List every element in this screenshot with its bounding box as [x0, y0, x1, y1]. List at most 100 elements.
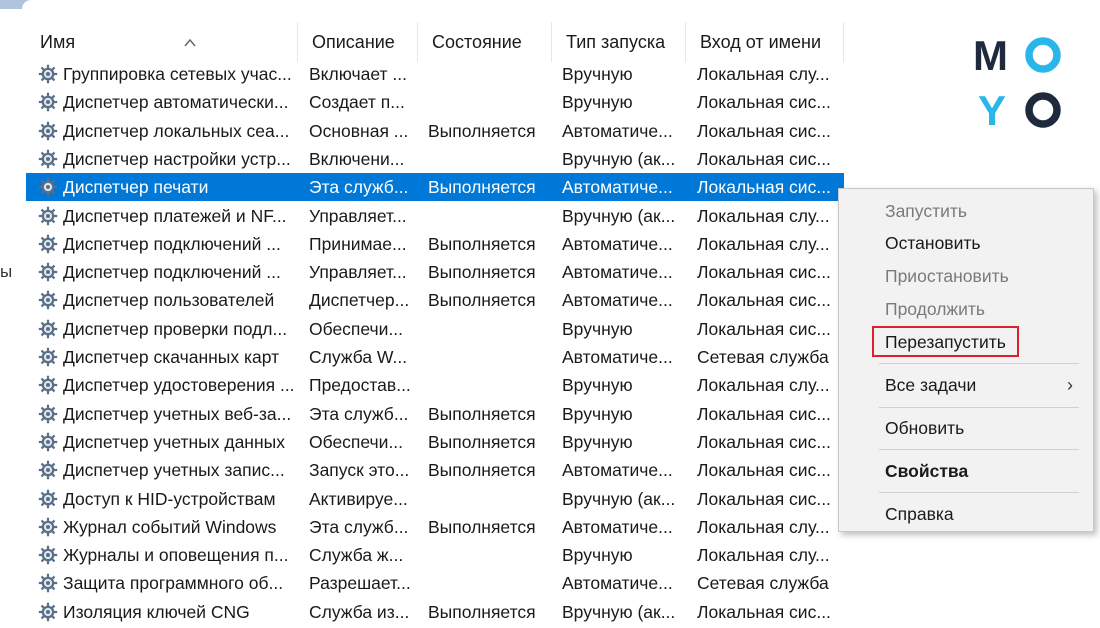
- service-gear-icon: [37, 148, 59, 170]
- menu-separator: [879, 363, 1079, 364]
- service-name: Защита программного об...: [63, 573, 284, 594]
- service-status: Выполняется: [428, 431, 536, 452]
- service-logon-as: Локальная сис...: [697, 488, 831, 509]
- service-gear-icon: [37, 120, 59, 142]
- service-row[interactable]: Диспетчер подключений ... Управляет... Вып…: [26, 258, 844, 286]
- service-description: Предостав...: [309, 375, 411, 396]
- column-header-logon-as[interactable]: Вход от имени: [686, 22, 844, 62]
- service-name: Диспетчер локальных сеа...: [63, 120, 290, 141]
- service-logon-as: Локальная сис...: [697, 403, 831, 424]
- service-description: Служба W...: [309, 347, 408, 367]
- service-gear-icon: [37, 289, 59, 311]
- logo-letter-m: M: [973, 32, 1008, 79]
- menu-item-pause[interactable]: Приостановить: [885, 261, 1009, 291]
- service-logon-as: Локальная слу...: [697, 205, 830, 226]
- service-gear-icon: [37, 544, 59, 566]
- service-status: [428, 88, 552, 116]
- menu-separator: [879, 407, 1079, 408]
- service-description: Диспетчер...: [309, 290, 410, 311]
- service-name: Доступ к HID-устройствам: [63, 488, 276, 509]
- column-header-status[interactable]: Состояние: [418, 22, 552, 62]
- service-name: Диспетчер удостоверения ...: [63, 375, 295, 396]
- service-row[interactable]: Диспетчер проверки подл... Обеспечи... Вру…: [26, 315, 844, 343]
- service-gear-icon: [37, 176, 59, 198]
- service-logon-as: Локальная сис...: [697, 92, 831, 113]
- service-startup-type: Автоматиче...: [562, 290, 673, 311]
- service-startup-type: Автоматиче...: [562, 120, 673, 141]
- column-header-description[interactable]: Описание: [298, 22, 418, 62]
- service-gear-icon: [37, 403, 59, 425]
- service-gear-icon: [37, 488, 59, 510]
- service-row[interactable]: Журналы и оповещения п... Служба ж... Вруч…: [26, 541, 844, 569]
- service-description: Эта служб...: [309, 403, 409, 424]
- menu-separator: [879, 492, 1079, 493]
- service-row[interactable]: Защита программного об... Разрешает... Авт…: [26, 569, 844, 597]
- service-row[interactable]: Диспетчер удостоверения ... Предостав... В…: [26, 371, 844, 399]
- service-startup-type: Вручную: [562, 92, 633, 113]
- service-startup-type: Автоматиче...: [562, 177, 673, 198]
- service-row[interactable]: Доступ к HID-устройствам Активируе... Вруч…: [26, 485, 844, 513]
- service-startup-type: Вручную: [562, 64, 633, 84]
- service-description: Обеспечи...: [309, 431, 404, 452]
- menu-item-help[interactable]: Справка: [885, 499, 954, 529]
- service-gear-icon: [37, 318, 59, 340]
- service-row[interactable]: Диспетчер учетных данных Обеспечи... Выпол…: [26, 428, 844, 456]
- service-status: Выполняется: [428, 460, 536, 481]
- service-name: Изоляция ключей CNG: [63, 601, 250, 622]
- service-status: Выполняется: [428, 120, 536, 141]
- service-row[interactable]: Группировка сетевых учас... Включает ... В…: [26, 60, 844, 88]
- service-logon-as: Локальная сис...: [697, 177, 831, 198]
- service-row[interactable]: Диспетчер автоматически... Создает п... Вр…: [26, 88, 844, 116]
- service-startup-type: Вручную: [562, 403, 633, 424]
- window-top-edge: [22, 0, 1100, 9]
- service-logon-as: Локальная слу...: [697, 64, 830, 84]
- service-startup-type: Автоматиче...: [562, 573, 673, 594]
- service-logon-as: Локальная сис...: [697, 120, 831, 141]
- menu-item-all-tasks[interactable]: Все задачи: [885, 370, 976, 400]
- service-status: Выполняется: [428, 601, 536, 622]
- service-gear-icon: [37, 572, 59, 594]
- service-row[interactable]: Диспетчер пользователей Диспетчер... Выпол…: [26, 286, 844, 314]
- service-row[interactable]: Диспетчер подключений ... Принимае... Выпо…: [26, 230, 844, 258]
- service-name: Диспетчер учетных запис...: [63, 460, 285, 481]
- service-status: Выполняется: [428, 403, 536, 424]
- menu-item-start[interactable]: Запустить: [885, 196, 967, 226]
- service-description: Служба из...: [309, 601, 410, 622]
- column-header-name[interactable]: Имя: [26, 22, 298, 62]
- service-startup-type: Вручную: [562, 431, 633, 452]
- logo-letter-y: Y: [978, 87, 1006, 130]
- service-startup-type: Вручную (ак...: [562, 601, 676, 622]
- service-logon-as: Локальная слу...: [697, 375, 830, 396]
- service-description: Активируе...: [309, 488, 408, 509]
- menu-item-refresh[interactable]: Обновить: [885, 413, 964, 443]
- menu-item-resume[interactable]: Продолжить: [885, 294, 985, 324]
- column-header-startup-type[interactable]: Тип запуска: [552, 22, 686, 62]
- service-gear-icon: [37, 374, 59, 396]
- service-name: Диспетчер учетных данных: [63, 431, 285, 452]
- service-startup-type: Вручную (ак...: [562, 205, 676, 226]
- service-row[interactable]: Изоляция ключей CNG Служба из... Выполняет…: [26, 598, 844, 626]
- service-row[interactable]: Диспетчер учетных веб-за... Эта служб... В…: [26, 400, 844, 428]
- service-row[interactable]: Диспетчер скачанных карт Служба W... Автом…: [26, 343, 844, 371]
- logo-letter-o-top: [1025, 37, 1061, 73]
- service-name: Диспетчер печати: [63, 177, 209, 198]
- menu-item-restart[interactable]: Перезапустить: [885, 327, 1006, 357]
- service-status: [428, 145, 552, 173]
- service-row[interactable]: Журнал событий Windows Эта служб... Выполн…: [26, 513, 844, 541]
- submenu-arrow-icon: ›: [1067, 375, 1073, 395]
- service-row[interactable]: Диспетчер настройки устр... Включени... Вр…: [26, 145, 844, 173]
- menu-item-stop[interactable]: Остановить: [885, 228, 981, 258]
- service-description: Принимае...: [309, 233, 407, 254]
- logo-letter-o-bottom: [1025, 92, 1061, 128]
- menu-item-properties[interactable]: Свойства: [885, 456, 968, 486]
- service-row[interactable]: Диспетчер локальных сеа... Основная ... Вы…: [26, 117, 844, 145]
- service-row[interactable]: Диспетчер платежей и NF... Управляет... Вр…: [26, 202, 844, 230]
- service-startup-type: Вручную: [562, 318, 633, 339]
- service-status: Выполняется: [428, 516, 536, 537]
- service-name: Диспетчер скачанных карт: [63, 347, 280, 367]
- service-status: Выполняется: [428, 177, 536, 198]
- service-row[interactable]: Диспетчер печати Эта служб... Выполняется А…: [26, 173, 844, 202]
- service-row[interactable]: Диспетчер учетных запис... Запуск это... В…: [26, 456, 844, 484]
- service-logon-as: Сетевая служба: [697, 573, 829, 594]
- service-description: Управляет...: [309, 205, 407, 226]
